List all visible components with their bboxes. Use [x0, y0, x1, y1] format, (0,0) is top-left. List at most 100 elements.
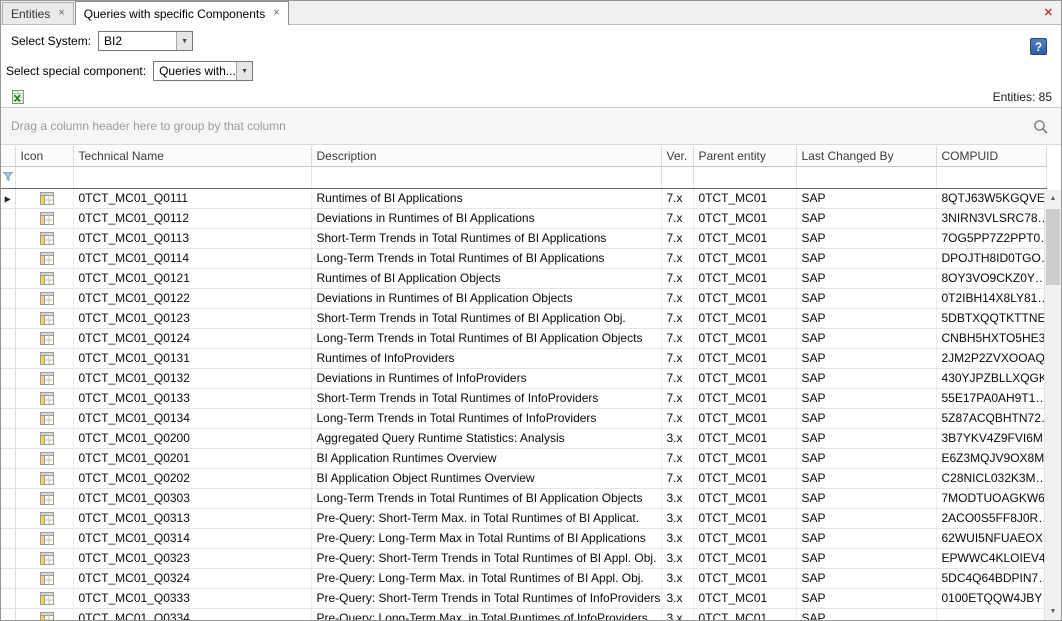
filter-input-description[interactable]	[317, 168, 656, 186]
filter-cell-technical-name	[73, 166, 311, 188]
column-header-technical-name[interactable]: Technical Name	[73, 146, 311, 166]
cell-compuid: E6Z3MQJV9OX8M…	[936, 448, 1046, 468]
cell-technical-name: 0TCT_MC01_Q0123	[73, 308, 311, 328]
column-header-last-changed-by[interactable]: Last Changed By	[796, 146, 936, 166]
table-row[interactable]: 0TCT_MC01_Q0113 Short-Term Trends in Tot…	[1, 228, 1046, 248]
filter-input-version[interactable]	[667, 168, 688, 186]
table-row[interactable]: 0TCT_MC01_Q0133 Short-Term Trends in Tot…	[1, 388, 1046, 408]
table-row[interactable]: 0TCT_MC01_Q0121 Runtimes of BI Applicati…	[1, 268, 1046, 288]
vertical-scrollbar[interactable]: ▲ ▼	[1044, 190, 1061, 620]
cell-last-changed-by: SAP	[796, 528, 936, 548]
group-by-panel[interactable]: Drag a column header here to group by th…	[1, 108, 1061, 145]
export-excel-button[interactable]	[9, 88, 27, 105]
chevron-down-icon[interactable]: ▼	[176, 32, 192, 50]
table-row[interactable]: 0TCT_MC01_Q0134 Long-Term Trends in Tota…	[1, 408, 1046, 428]
cell-version: 3.x	[661, 508, 693, 528]
grid-body: ▶ 0TCT_MC01_Q0111 Runtimes of BI Applica…	[1, 188, 1046, 620]
filter-input-compuid[interactable]	[942, 168, 1041, 186]
filter-input-parent-entity[interactable]	[699, 168, 791, 186]
cell-icon	[15, 508, 73, 528]
cell-parent-entity: 0TCT_MC01	[693, 508, 796, 528]
table-row[interactable]: 0TCT_MC01_Q0323 Pre-Query: Short-Term Tr…	[1, 548, 1046, 568]
query-icon	[39, 491, 55, 506]
cell-icon	[15, 248, 73, 268]
query-icon	[39, 511, 55, 526]
tab-entities-label: Entities	[11, 7, 50, 21]
filter-input-technical-name[interactable]	[79, 168, 306, 186]
special-component-select[interactable]: Queries with... ▼	[153, 61, 253, 81]
cell-last-changed-by: SAP	[796, 408, 936, 428]
cell-icon	[15, 588, 73, 608]
scroll-down-button[interactable]: ▼	[1045, 603, 1061, 620]
help-button[interactable]: ?	[1030, 38, 1047, 55]
select-system-label: Select System:	[11, 34, 91, 48]
table-row[interactable]: 0TCT_MC01_Q0122 Deviations in Runtimes o…	[1, 288, 1046, 308]
cell-compuid: 0100ETQQW4JBY…	[936, 588, 1046, 608]
cell-technical-name: 0TCT_MC01_Q0303	[73, 488, 311, 508]
cell-parent-entity: 0TCT_MC01	[693, 328, 796, 348]
chevron-down-icon[interactable]: ▼	[236, 62, 252, 80]
cell-technical-name: 0TCT_MC01_Q0333	[73, 588, 311, 608]
query-icon	[39, 451, 55, 466]
table-row[interactable]: 0TCT_MC01_Q0132 Deviations in Runtimes o…	[1, 368, 1046, 388]
table-row[interactable]: 0TCT_MC01_Q0200 Aggregated Query Runtime…	[1, 428, 1046, 448]
cell-description: Aggregated Query Runtime Statistics: Ana…	[311, 428, 661, 448]
row-indicator-cell	[1, 208, 15, 228]
tab-entities[interactable]: Entities ×	[2, 2, 74, 24]
scroll-up-button[interactable]: ▲	[1045, 190, 1061, 207]
system-select[interactable]: BI2 ▼	[98, 31, 193, 51]
row-indicator-cell	[1, 228, 15, 248]
cell-version: 3.x	[661, 488, 693, 508]
table-row[interactable]: 0TCT_MC01_Q0202 BI Application Object Ru…	[1, 468, 1046, 488]
cell-icon	[15, 388, 73, 408]
row-indicator-cell	[1, 368, 15, 388]
table-row[interactable]: ▶ 0TCT_MC01_Q0111 Runtimes of BI Applica…	[1, 188, 1046, 208]
cell-parent-entity: 0TCT_MC01	[693, 348, 796, 368]
cell-technical-name: 0TCT_MC01_Q0111	[73, 188, 311, 208]
table-row[interactable]: 0TCT_MC01_Q0112 Deviations in Runtimes o…	[1, 208, 1046, 228]
cell-description: Long-Term Trends in Total Runtimes of In…	[311, 408, 661, 428]
column-header-compuid[interactable]: COMPUID	[936, 146, 1046, 166]
filter-input-icon[interactable]	[21, 168, 68, 186]
cell-version: 7.x	[661, 268, 693, 288]
cell-last-changed-by: SAP	[796, 508, 936, 528]
query-icon	[39, 591, 55, 606]
cell-description: Pre-Query: Long-Term Max. in Total Runti…	[311, 608, 661, 620]
column-header-parent-entity[interactable]: Parent entity	[693, 146, 796, 166]
table-row[interactable]: 0TCT_MC01_Q0124 Long-Term Trends in Tota…	[1, 328, 1046, 348]
tab-close-icon[interactable]: ×	[273, 8, 279, 19]
table-row[interactable]: 0TCT_MC01_Q0324 Pre-Query: Long-Term Max…	[1, 568, 1046, 588]
cell-last-changed-by: SAP	[796, 588, 936, 608]
table-row[interactable]: 0TCT_MC01_Q0334 Pre-Query: Long-Term Max…	[1, 608, 1046, 620]
filter-input-last-changed-by[interactable]	[802, 168, 931, 186]
cell-description: Runtimes of InfoProviders	[311, 348, 661, 368]
cell-parent-entity: 0TCT_MC01	[693, 188, 796, 208]
close-icon[interactable]: ✕	[1044, 6, 1053, 19]
special-component-value: Queries with...	[159, 64, 236, 78]
column-header-icon[interactable]: Icon	[15, 146, 73, 166]
table-row[interactable]: 0TCT_MC01_Q0114 Long-Term Trends in Tota…	[1, 248, 1046, 268]
table-row[interactable]: 0TCT_MC01_Q0303 Long-Term Trends in Tota…	[1, 488, 1046, 508]
table-row[interactable]: 0TCT_MC01_Q0201 BI Application Runtimes …	[1, 448, 1046, 468]
cell-description: Pre-Query: Long-Term Max in Total Runtim…	[311, 528, 661, 548]
query-icon	[39, 471, 55, 486]
search-button[interactable]	[1032, 118, 1050, 136]
cell-icon	[15, 228, 73, 248]
cell-description: Long-Term Trends in Total Runtimes of BI…	[311, 248, 661, 268]
column-header-description[interactable]: Description	[311, 146, 661, 166]
cell-parent-entity: 0TCT_MC01	[693, 588, 796, 608]
table-row[interactable]: 0TCT_MC01_Q0333 Pre-Query: Short-Term Tr…	[1, 588, 1046, 608]
cell-description: Deviations in Runtimes of InfoProviders	[311, 368, 661, 388]
tab-queries-with-specific-components[interactable]: Queries with specific Components ×	[75, 1, 289, 25]
column-header-version[interactable]: Ver.	[661, 146, 693, 166]
row-indicator-cell	[1, 328, 15, 348]
table-row[interactable]: 0TCT_MC01_Q0314 Pre-Query: Long-Term Max…	[1, 528, 1046, 548]
table-row[interactable]: 0TCT_MC01_Q0123 Short-Term Trends in Tot…	[1, 308, 1046, 328]
tab-bar: Entities × Queries with specific Compone…	[1, 1, 1061, 25]
table-row[interactable]: 0TCT_MC01_Q0131 Runtimes of InfoProvider…	[1, 348, 1046, 368]
cell-technical-name: 0TCT_MC01_Q0202	[73, 468, 311, 488]
scroll-thumb[interactable]	[1046, 209, 1060, 285]
table-row[interactable]: 0TCT_MC01_Q0313 Pre-Query: Short-Term Ma…	[1, 508, 1046, 528]
tab-close-icon[interactable]: ×	[58, 8, 64, 19]
cell-description: Pre-Query: Short-Term Trends in Total Ru…	[311, 548, 661, 568]
